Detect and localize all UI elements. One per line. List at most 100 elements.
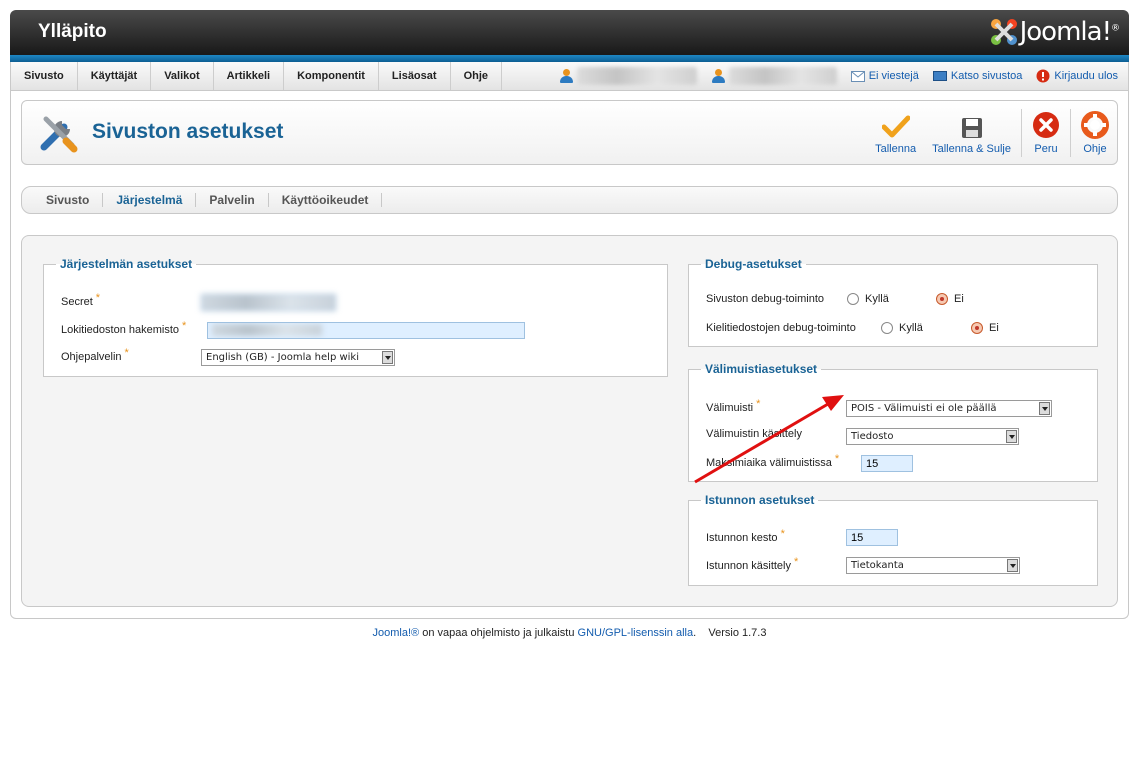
- menu-item-help[interactable]: Ohje: [451, 62, 503, 90]
- radio-button[interactable]: [847, 293, 859, 305]
- backend-users[interactable]: [711, 67, 837, 85]
- menu-item-site[interactable]: Sivusto: [11, 62, 78, 90]
- messages-link[interactable]: Ei viestejä: [850, 70, 919, 82]
- page-title: Sivuston asetukset: [92, 120, 284, 143]
- monitor-icon: [932, 70, 947, 81]
- menu-item-extensions[interactable]: Lisäosat: [379, 62, 451, 90]
- lang-debug-no-label: Ei: [989, 322, 999, 334]
- radio-button-selected[interactable]: [936, 293, 948, 305]
- chevron-down-icon: [1007, 559, 1018, 572]
- cache-value: POIS - Välimuisti ei ole päällä: [851, 403, 997, 414]
- license-link[interactable]: GNU/GPL-lisenssin alla: [578, 627, 694, 639]
- lang-debug-yes-label: Kyllä: [899, 322, 923, 334]
- session-lifetime-field[interactable]: [846, 529, 898, 546]
- footer-text: on vapaa ohjelmisto ja julkaistu: [419, 627, 578, 639]
- save-button[interactable]: Tallenna: [867, 105, 924, 161]
- help-button[interactable]: Ohje: [1073, 105, 1117, 161]
- session-handler-select[interactable]: Tietokanta: [846, 557, 1020, 574]
- secret-label: Secret: [61, 296, 93, 308]
- cache-settings-legend: Välimuistiasetukset: [705, 362, 818, 376]
- save-close-button[interactable]: Tallenna & Sulje: [924, 105, 1019, 161]
- version-text: Versio 1.7.3: [708, 627, 767, 639]
- cancel-icon: [1033, 112, 1059, 138]
- menu-item-components[interactable]: Komponentit: [284, 62, 379, 90]
- lang-debug-label: Kielitiedostojen debug-toiminto: [706, 322, 856, 334]
- floppy-disk-icon: [961, 118, 982, 138]
- lang-debug-no[interactable]: Ei: [971, 322, 999, 334]
- secret-field[interactable]: [201, 294, 336, 311]
- toolbar-divider: [1021, 109, 1022, 157]
- messages-label: Ei viestejä: [868, 70, 919, 82]
- logo-mark: ®: [1111, 23, 1120, 34]
- menu-item-users[interactable]: Käyttäjät: [78, 62, 152, 90]
- menu-item-menus[interactable]: Valikot: [151, 62, 214, 90]
- logout-link[interactable]: Kirjaudu ulos: [1036, 69, 1118, 83]
- tab-permissions[interactable]: Käyttöoikeudet: [269, 193, 383, 207]
- menu-item-content[interactable]: Artikkeli: [214, 62, 285, 90]
- help-server-select[interactable]: English (GB) - Joomla help wiki: [201, 349, 395, 366]
- toolbar-buttons: Tallenna Tallenna & Sulje Peru Ohje: [867, 105, 1117, 161]
- cache-time-field[interactable]: [861, 455, 913, 472]
- required-mark: *: [124, 347, 129, 359]
- help-label: Ohje: [1083, 143, 1107, 155]
- cache-handler-value: Tiedosto: [851, 431, 894, 442]
- debug-settings-legend: Debug-asetukset: [705, 257, 802, 271]
- joomla-link[interactable]: Joomla!®: [373, 627, 420, 639]
- required-mark: *: [794, 556, 799, 568]
- debug-settings-fieldset: Debug-asetukset Sivuston debug-toiminto …: [688, 257, 1098, 347]
- toolbar-divider: [1070, 109, 1071, 157]
- tab-server[interactable]: Palvelin: [196, 193, 269, 207]
- help-server-value: English (GB) - Joomla help wiki: [206, 352, 359, 363]
- site-debug-no-label: Ei: [954, 293, 964, 305]
- view-site-link[interactable]: Katso sivustoa: [932, 70, 1023, 82]
- tools-icon: [40, 116, 78, 153]
- log-path-field[interactable]: [207, 322, 525, 339]
- session-lifetime-label: Istunnon kesto: [706, 532, 778, 544]
- joomla-logo: Joomla!®: [988, 16, 1120, 48]
- lang-debug-yes[interactable]: Kyllä: [881, 322, 923, 334]
- required-mark: *: [780, 528, 785, 540]
- help-server-label: Ohjepalvelin: [61, 351, 122, 363]
- site-debug-yes[interactable]: Kyllä: [847, 293, 889, 305]
- radio-button[interactable]: [881, 322, 893, 334]
- checkmark-icon: [881, 115, 910, 138]
- user-icon: [711, 69, 725, 83]
- system-settings-legend: Järjestelmän asetukset: [60, 257, 193, 271]
- logo-text: Joomla!: [1019, 17, 1112, 47]
- cache-handler-label: Välimuistin käsittely: [706, 428, 802, 440]
- chevron-down-icon: [1039, 402, 1050, 415]
- tab-system[interactable]: Järjestelmä: [103, 193, 197, 207]
- lifebuoy-icon: [1081, 111, 1109, 139]
- required-mark: *: [182, 320, 187, 332]
- cancel-label: Peru: [1034, 143, 1058, 155]
- chevron-down-icon: [1006, 430, 1017, 443]
- session-handler-value: Tietokanta: [851, 560, 904, 571]
- required-mark: *: [756, 398, 761, 410]
- header-bar: Ylläpito Joomla!®: [10, 10, 1129, 58]
- session-settings-legend: Istunnon asetukset: [705, 493, 815, 507]
- logged-in-users[interactable]: [559, 67, 697, 85]
- cache-time-label: Maksimiaika välimuistissa: [706, 457, 832, 469]
- settings-panel: Järjestelmän asetukset Secret * Lokitiedo…: [21, 235, 1118, 607]
- logout-icon: [1036, 69, 1050, 83]
- session-handler-label: Istunnon käsittely: [706, 560, 791, 572]
- cache-handler-select[interactable]: Tiedosto: [846, 428, 1019, 445]
- chevron-down-icon: [382, 351, 393, 364]
- cache-label: Välimuisti: [706, 402, 754, 414]
- log-path-label: Lokitiedoston hakemisto: [61, 324, 180, 336]
- required-mark: *: [95, 292, 101, 304]
- tab-site[interactable]: Sivusto: [33, 193, 104, 207]
- radio-button-selected[interactable]: [971, 322, 983, 334]
- status-bar: Ei viestejä Katso sivustoa Kirjaudu ulos: [559, 62, 1118, 90]
- required-mark: *: [834, 453, 840, 465]
- settings-tabs: Sivusto Järjestelmä Palvelin Käyttöoikeu…: [21, 186, 1118, 214]
- redacted-username: [728, 67, 837, 85]
- save-label: Tallenna: [875, 143, 917, 155]
- cache-select[interactable]: POIS - Välimuisti ei ole päällä: [846, 400, 1052, 417]
- cancel-button[interactable]: Peru: [1024, 105, 1068, 161]
- site-title: Ylläpito: [38, 21, 107, 42]
- site-debug-no[interactable]: Ei: [936, 293, 964, 305]
- redacted-username: [576, 67, 697, 85]
- redacted-path: [212, 324, 322, 336]
- view-site-label: Katso sivustoa: [950, 70, 1023, 82]
